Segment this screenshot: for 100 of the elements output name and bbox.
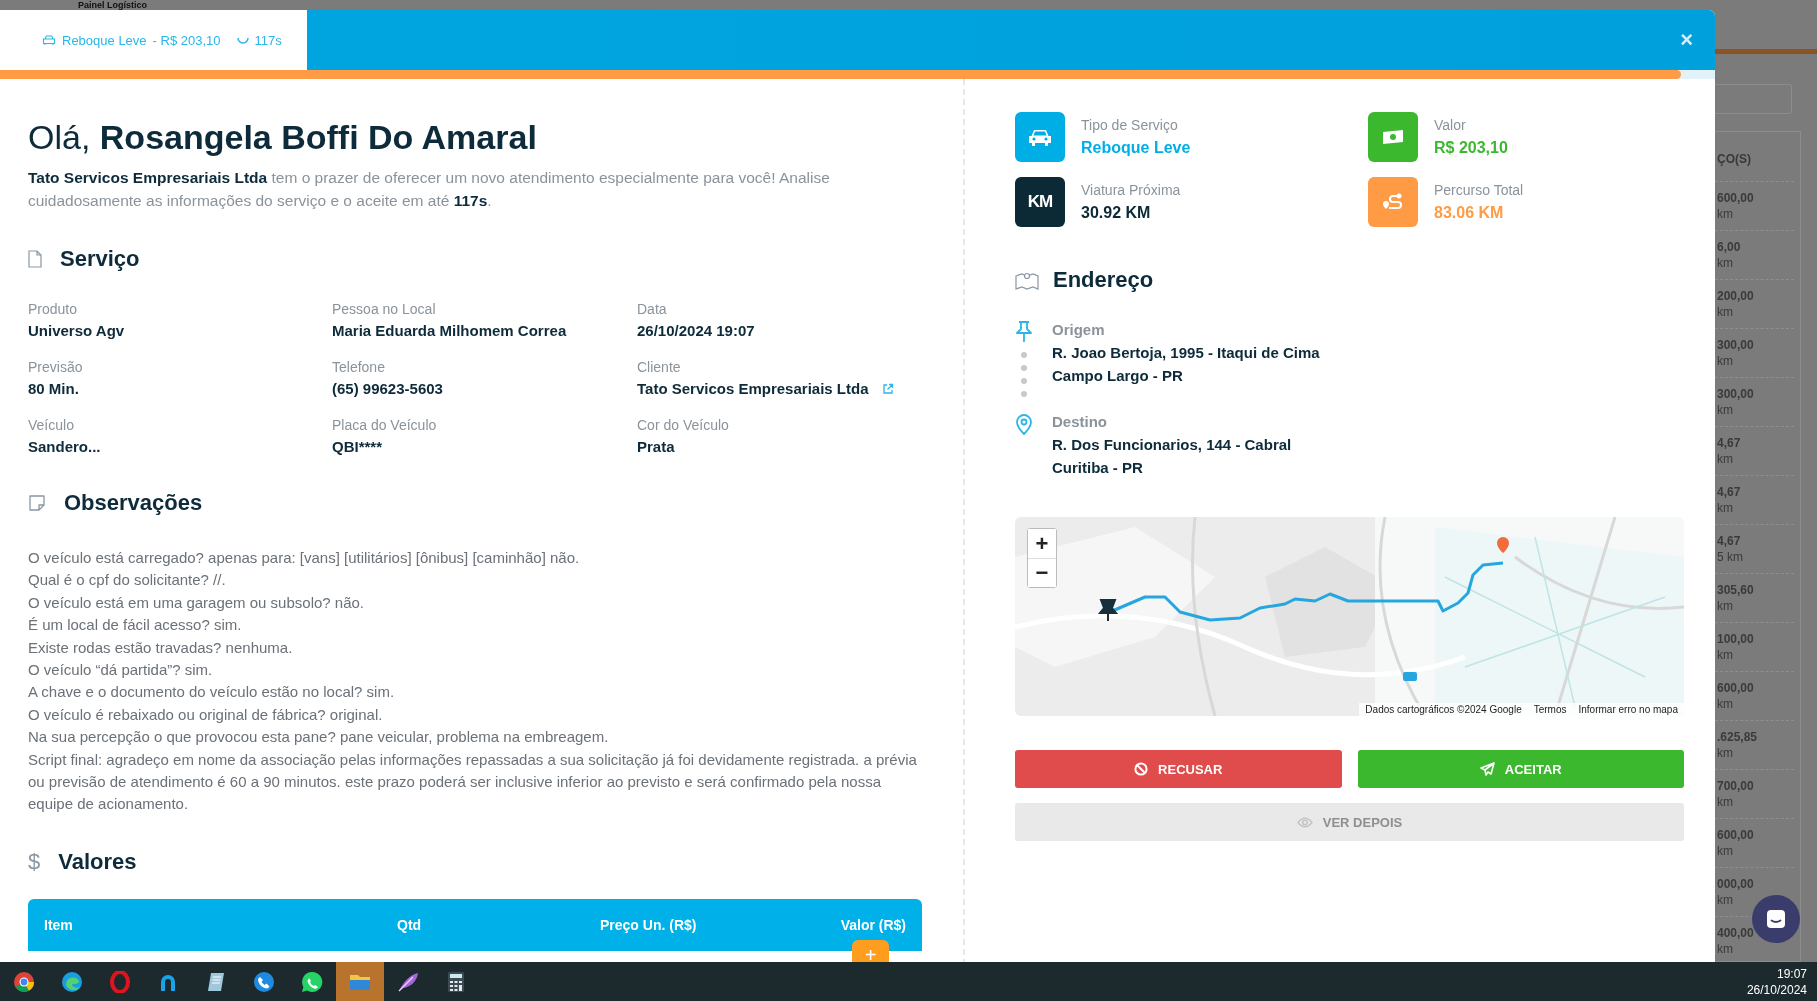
field-label: Data [637, 300, 668, 318]
note-line: O veículo está carregado? apenas para: [vans] [utilitários] [ônibus] [caminhão] não. [28, 548, 581, 568]
note-line: Na sua percepção o que provocou esta pane? pane veicular, problema na embreagem. [28, 727, 610, 748]
ring-icon [109, 970, 131, 993]
section-heading: Observações [64, 490, 203, 516]
note-line: Qual é o cpf do solicitante? //. [28, 570, 227, 591]
section-heading: Serviço [60, 246, 140, 272]
address-line: R. Joao Bertoja, 1995 - Itaqui de Cima [1052, 343, 1320, 363]
distance-cell-text: km [1717, 304, 1734, 320]
price-cell-text: 305,60 [1717, 582, 1755, 598]
notebook-icon [205, 970, 227, 993]
accept-button[interactable]: ACEITAR [1357, 750, 1684, 788]
service-price: - R$ 203,10 [152, 32, 221, 48]
note-line: A chave e o documento do veículo estão no local? sim. [28, 682, 396, 703]
summary-value: 30.92 KM [1081, 203, 1152, 223]
section-heading: Endereço [1053, 267, 1154, 293]
location-pin-icon [1015, 413, 1033, 435]
feather-icon [397, 970, 419, 993]
map-link[interactable]: Informar erro no mapa [1578, 704, 1678, 715]
car-icon [1029, 128, 1051, 146]
summary-label: Viatura Próxima [1081, 181, 1181, 199]
field-label: Previsão [28, 358, 84, 376]
eye-icon [1296, 816, 1313, 828]
note-line: O veículo está em uma garagem ou subsolo? não. [28, 592, 366, 613]
distance-cell-text: km [1717, 794, 1734, 810]
note-line: O veículo “dá partida”? sim. [28, 660, 214, 681]
field-value: Tato Servicos Empresariais Ltda [637, 379, 869, 399]
map[interactable]: + − Dados cartográficos ©2024 Google Termos Informar erro no mapa [1015, 517, 1684, 716]
route-dots [1020, 351, 1028, 397]
distance-cell-text: km [1717, 941, 1734, 957]
spinner-icon [236, 36, 249, 44]
price-cell-text: 4,67 [1717, 533, 1742, 549]
price-cell-text: 000,00 [1717, 876, 1755, 892]
price-cell-text: 700,00 [1717, 778, 1755, 794]
chat-icon [1767, 910, 1785, 928]
distance-cell-text: km [1717, 500, 1734, 516]
field-value: 80 Min. [28, 379, 79, 399]
distance-cell-text: km [1717, 402, 1734, 418]
price-cell-text: 600,00 [1717, 827, 1755, 843]
close-button[interactable]: × [1676, 27, 1697, 53]
service-tab[interactable]: Reboque Leve - R$ 203,10 117s [0, 10, 307, 70]
summary-value: 83.06 KM [1434, 203, 1505, 223]
distance-cell-text: km [1717, 696, 1734, 712]
chat-button[interactable] [1752, 895, 1800, 943]
column-header: Valor (R$) [839, 916, 906, 933]
distance-cell-text: km [1717, 647, 1734, 663]
price-cell-text: 600,00 [1717, 190, 1755, 206]
add-button[interactable]: + [852, 939, 889, 962]
summary-value: Reboque Leve [1081, 138, 1191, 158]
field-value: Prata [637, 437, 675, 457]
price-cell-text: 100,00 [1717, 631, 1755, 647]
field-value: (65) 99623-5603 [332, 379, 443, 399]
map-icon [1015, 270, 1039, 290]
chrome-icon [13, 970, 35, 993]
note-line: O veículo é rebaixado ou original de fábrica? original. [28, 704, 384, 725]
address-line: Campo Largo - PR [1052, 366, 1184, 386]
field-value: Sandero... [28, 437, 101, 457]
summary-label: Valor [1434, 116, 1467, 134]
summary-value: R$ 203,10 [1434, 138, 1508, 158]
calculator-icon [447, 970, 465, 993]
phone-icon [253, 970, 275, 993]
field-value: QBI**** [332, 437, 383, 457]
banknote-icon [1382, 129, 1404, 145]
price-cell-text: 200,00 [1717, 288, 1755, 304]
field-value: Maria Eduarda Milhomem Correa [332, 321, 567, 341]
pushpin-icon [1015, 321, 1033, 343]
field-value: Universo Agv [28, 321, 125, 341]
countdown: 117s [254, 32, 282, 48]
service-name: Reboque Leve [62, 32, 147, 48]
summary-label: Tipo de Serviço [1081, 116, 1179, 134]
field-label: Placa do Veículo [332, 416, 438, 434]
price-cell-text: 4,67 [1717, 435, 1742, 451]
distance-cell-text: km [1717, 451, 1734, 467]
car-icon [42, 34, 56, 46]
page-title: Painel Logístico [78, 0, 147, 10]
field-label: Pessoa no Local [332, 300, 437, 318]
column-header: Qtd [397, 916, 423, 933]
distance-cell-text: km [1717, 206, 1734, 222]
price-cell-text: 400,00 [1717, 925, 1755, 941]
route-icon [1382, 192, 1404, 212]
field-label: Produto [28, 300, 79, 318]
field-label: Cliente [637, 358, 682, 376]
km-icon: KM [1027, 192, 1053, 212]
document-icon [28, 250, 42, 268]
greeting: Olá, Rosangela Boffi Do Amaral [28, 117, 538, 158]
price-cell-text: 600,00 [1717, 680, 1755, 696]
distance-cell-text: km [1717, 843, 1734, 859]
reject-button[interactable]: RECUSAR [1015, 750, 1342, 788]
stop-label: Destino [1052, 413, 1108, 431]
field-value: 26/10/2024 19:07 [637, 321, 755, 341]
intro-text: Tato Servicos Empresariais Ltda tem o prazer de oferecer um novo atendimento especialmente para você! Analise cuidadosamente as informações do serviço e o aceite em até 117s. [28, 168, 831, 211]
zoom-out-button[interactable]: − [1028, 558, 1056, 587]
distance-cell-text: km [1717, 745, 1734, 761]
clock-date: 26/10/2024 [1746, 981, 1807, 998]
address-line: R. Dos Funcionarios, 144 - Cabral [1052, 435, 1292, 455]
address-line: Curitiba - PR [1052, 458, 1144, 478]
column-header: Item [44, 916, 74, 933]
paper-plane-icon [1479, 762, 1495, 776]
distance-cell-text: km [1717, 353, 1734, 369]
map-link[interactable]: Termos [1533, 704, 1567, 715]
